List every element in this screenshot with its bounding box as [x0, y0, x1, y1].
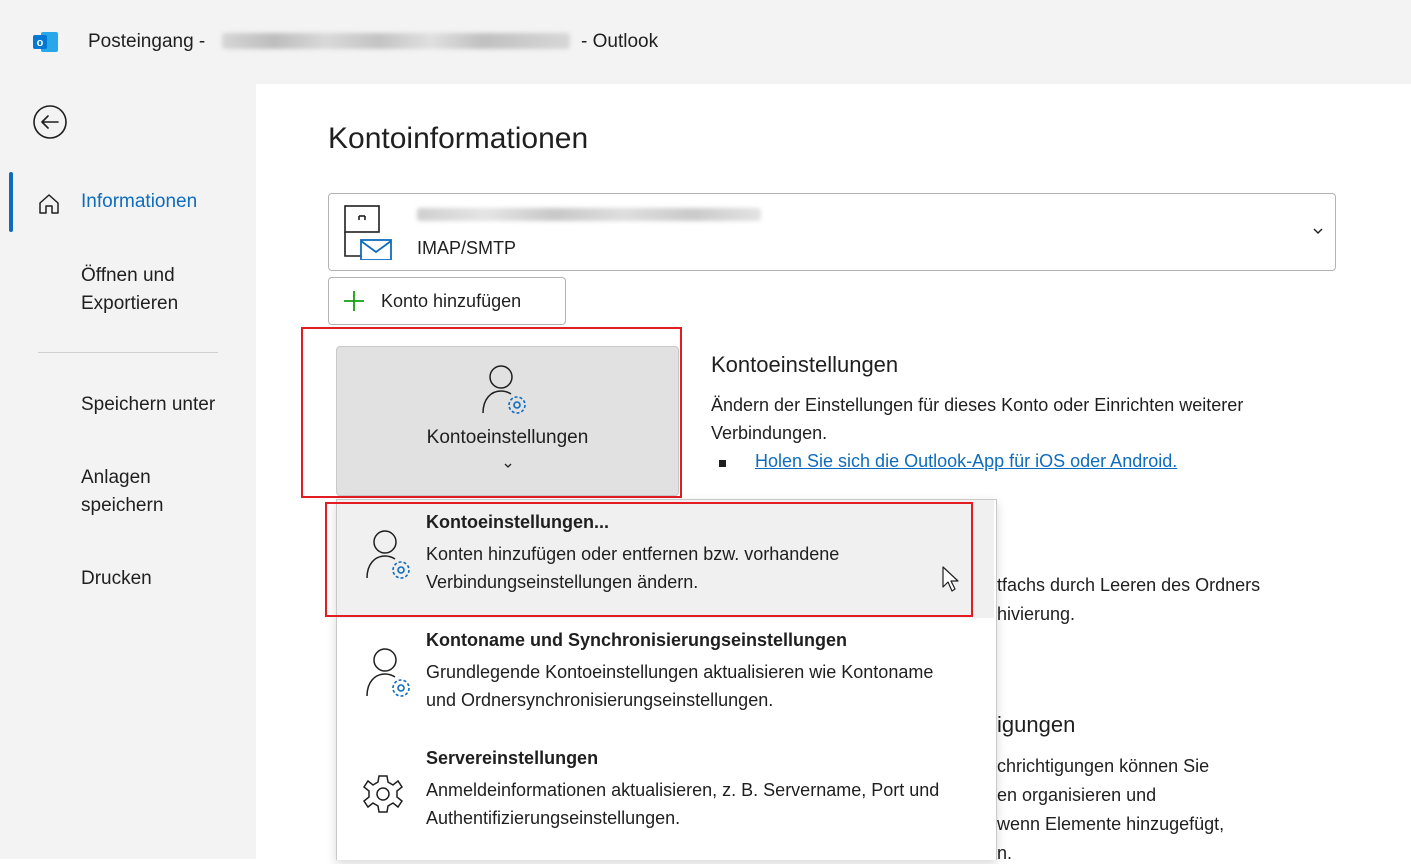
redacted-email	[222, 33, 570, 49]
title-bar: o Posteingang - - Outlook	[0, 0, 1411, 84]
window-title-suffix: - Outlook	[581, 31, 659, 52]
add-account-button[interactable]: Konto hinzufügen	[328, 277, 566, 325]
bg-text-fragment: chrichtigungen können Sie	[997, 756, 1210, 776]
mouse-cursor-icon	[942, 566, 959, 592]
redacted-account-email	[417, 208, 761, 221]
svg-text:o: o	[37, 37, 44, 49]
chevron-down-icon	[1313, 228, 1323, 234]
bg-text-fragment: wenn Elemente hinzugefügt,	[997, 814, 1225, 834]
bg-text-fragment: hivierung.	[997, 604, 1076, 624]
active-nav-indicator	[9, 172, 13, 232]
menu-item-title: Kontoname und Synchronisierungseinstellu…	[426, 630, 848, 650]
add-account-label: Konto hinzufügen	[381, 291, 522, 311]
home-icon	[39, 194, 59, 214]
annotation-highlight	[325, 502, 973, 617]
bg-section-title-fragment: igungen	[997, 712, 1076, 737]
bg-text-fragment: n.	[997, 843, 1013, 863]
sidebar-item-oeffnen-exportieren[interactable]: Öffnen und Exportieren	[81, 262, 221, 318]
sidebar-item-drucken[interactable]: Drucken	[81, 565, 152, 593]
menu-item-kontoname-synchronisierung[interactable]: Kontoname und Synchronisierungseinstellu…	[337, 618, 994, 736]
bg-text-fragment: tfachs durch Leeren des Ordners	[997, 575, 1261, 595]
main-content: Kontoinformationen IMAP/SMTP Konto hinzu…	[256, 84, 1411, 863]
user-settings-icon	[366, 648, 410, 697]
account-selector[interactable]: IMAP/SMTP	[328, 193, 1336, 271]
account-type: IMAP/SMTP	[417, 238, 517, 258]
page-title: Kontoinformationen	[328, 122, 589, 155]
bg-text-fragment: en organisieren und	[997, 785, 1157, 805]
sidebar-divider	[38, 352, 218, 353]
section-description: Ändern der Einstellungen für dieses Kont…	[711, 395, 1244, 443]
outlook-app-link[interactable]: Holen Sie sich die Outlook-App für iOS o…	[755, 451, 1177, 472]
backstage-sidebar: Informationen Öffnen und Exportieren Spe…	[0, 84, 256, 859]
back-arrow-icon[interactable]	[31, 103, 69, 141]
mailbox-icon	[344, 205, 392, 260]
sidebar-item-anlagen-speichern[interactable]: Anlagen speichern	[81, 464, 191, 520]
menu-item-description: Grundlegende Kontoeinstellungen aktualis…	[426, 662, 934, 710]
section-title-kontoeinstellungen: Kontoeinstellungen	[711, 352, 899, 377]
menu-item-servereinstellungen[interactable]: Servereinstellungen Anmeldeinformationen…	[337, 736, 994, 854]
gear-icon	[362, 775, 404, 813]
menu-item-title: Servereinstellungen	[426, 748, 599, 768]
bullet	[719, 460, 726, 467]
sidebar-item-speichern-unter[interactable]: Speichern unter	[81, 391, 215, 419]
annotation-highlight	[301, 327, 682, 498]
sidebar-item-informationen[interactable]: Informationen	[81, 188, 197, 216]
plus-icon	[344, 291, 364, 311]
menu-item-description: Anmeldeinformationen aktualisieren, z. B…	[426, 780, 940, 828]
outlook-app-icon: o	[33, 32, 58, 52]
window-title-prefix: Posteingang -	[88, 31, 206, 52]
